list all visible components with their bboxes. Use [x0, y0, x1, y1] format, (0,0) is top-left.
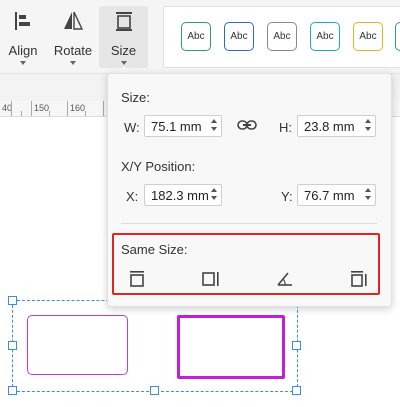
width-value: 75.1 mm	[151, 119, 202, 134]
resize-handle[interactable]	[8, 386, 17, 395]
rotate-icon	[64, 11, 84, 30]
x-input[interactable]: 182.3 mm	[144, 184, 222, 206]
same-width-icon[interactable]	[202, 270, 220, 288]
style-chip[interactable]: Abc	[181, 22, 211, 51]
x-value: 182.3 mm	[151, 188, 209, 203]
size-icon	[115, 12, 132, 31]
same-size-icon[interactable]	[350, 270, 368, 288]
size-label: Size	[110, 43, 137, 58]
align-button[interactable]: Align	[4, 6, 42, 68]
resize-handle[interactable]	[8, 296, 17, 305]
height-value: 23.8 mm	[304, 119, 355, 134]
style-chip[interactable]: Abc	[353, 22, 383, 51]
style-chip[interactable]: Abc	[310, 22, 340, 51]
ruler-tick	[103, 101, 104, 116]
ruler-tick	[21, 111, 22, 116]
link-icon[interactable]	[237, 118, 257, 132]
style-chip[interactable]	[395, 22, 400, 51]
rotate-label: Rotate	[53, 43, 93, 58]
style-chip[interactable]: Abc	[267, 22, 297, 51]
size-button[interactable]: Size	[99, 6, 148, 68]
ruler-tick	[11, 101, 12, 116]
resize-handle[interactable]	[292, 386, 301, 395]
style-chip[interactable]: Abc	[224, 22, 254, 51]
height-input[interactable]: 23.8 mm	[297, 115, 376, 137]
size-dropdown-icon	[120, 61, 127, 65]
ruler-label: 160	[70, 103, 86, 113]
x-label: X:	[126, 189, 139, 204]
y-stepper[interactable]	[364, 188, 372, 203]
height-label: H:	[279, 120, 292, 135]
align-icon	[15, 12, 30, 30]
selection-box[interactable]	[12, 300, 298, 392]
ruler-tick	[31, 101, 32, 116]
width-label: W:	[124, 120, 140, 135]
width-stepper[interactable]	[210, 119, 218, 134]
divider	[121, 223, 377, 224]
rotate-button[interactable]: Rotate	[51, 6, 95, 68]
resize-handle[interactable]	[150, 386, 159, 395]
position-section-title: X/Y Position:	[121, 159, 196, 174]
toolbar: Align Rotate Size Abc Abc Abc Abc Abc	[0, 0, 400, 74]
y-label: Y:	[281, 189, 293, 204]
same-angle-icon[interactable]	[276, 270, 294, 288]
popup-arrow	[117, 66, 131, 73]
ruler-tick	[85, 111, 86, 116]
same-height-icon[interactable]	[128, 270, 146, 288]
size-section-title: Size:	[121, 90, 150, 105]
ruler-tick	[49, 111, 50, 116]
align-label: Align	[8, 43, 38, 58]
resize-handle[interactable]	[8, 341, 17, 350]
ruler-tick	[67, 101, 68, 116]
resize-handle[interactable]	[292, 341, 301, 350]
height-stepper[interactable]	[364, 119, 372, 134]
align-dropdown-icon	[20, 61, 26, 65]
ruler-label: 150	[34, 103, 50, 113]
x-stepper[interactable]	[210, 188, 218, 203]
shape-styles-gallery: Abc Abc Abc Abc Abc	[163, 6, 400, 68]
rotate-dropdown-icon	[70, 61, 76, 65]
same-size-title: Same Size:	[121, 242, 188, 257]
y-value: 76.7 mm	[304, 188, 355, 203]
width-input[interactable]: 75.1 mm	[144, 115, 222, 137]
y-input[interactable]: 76.7 mm	[297, 184, 376, 206]
